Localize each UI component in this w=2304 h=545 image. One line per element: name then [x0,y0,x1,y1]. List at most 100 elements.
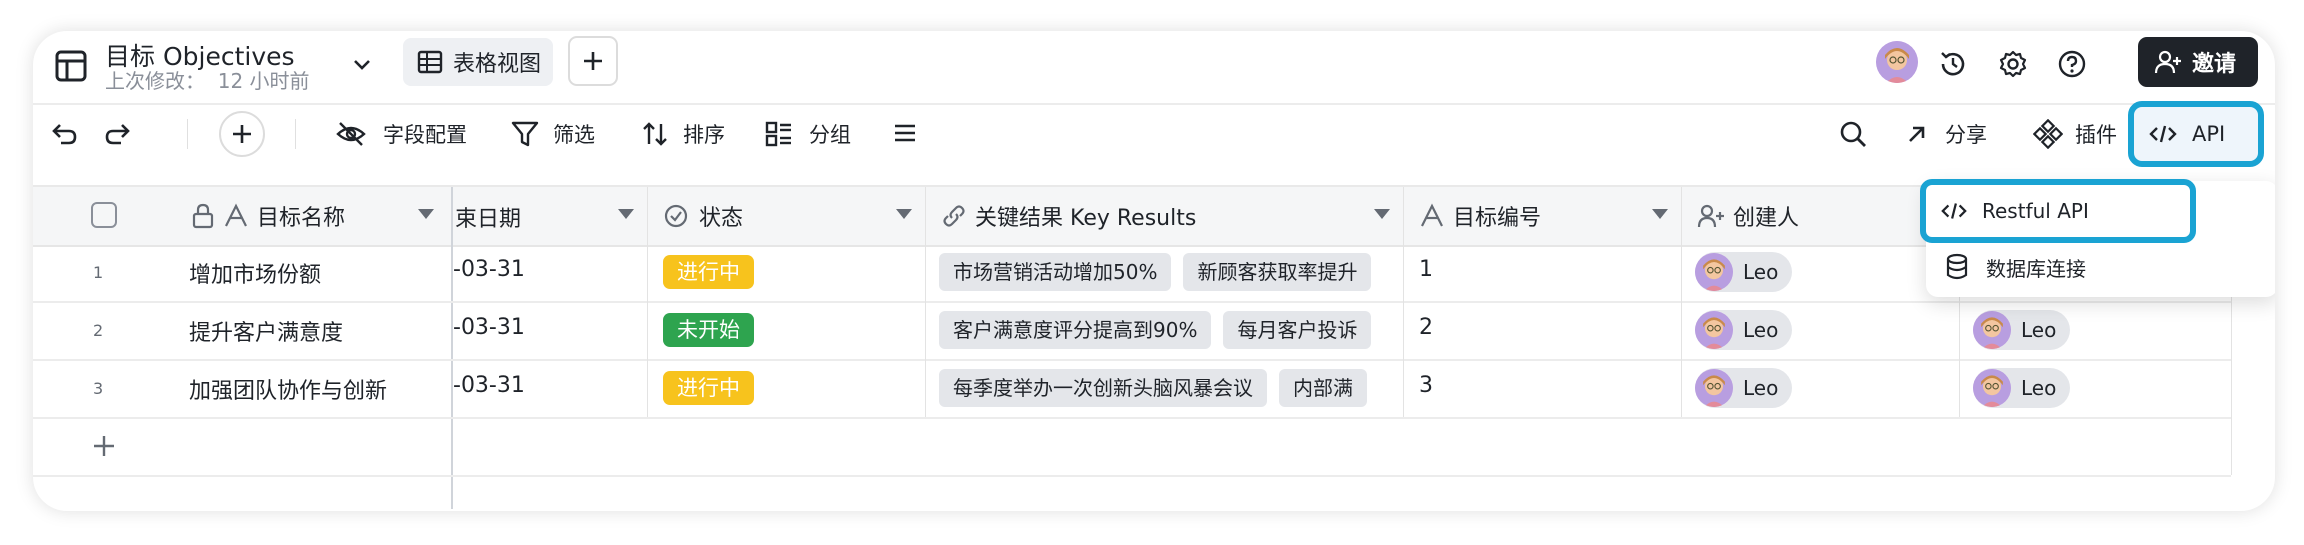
column-header-label: 关键结果 Key Results [975,206,1197,231]
status-badge[interactable]: 未开始 [663,313,754,347]
chevron-down-icon[interactable] [895,207,913,221]
linked-record-chip[interactable]: 市场营销活动增加50% [939,253,1172,291]
column-header-name[interactable]: 目标名称 [191,197,345,235]
column-divider [1681,243,1682,301]
undo-icon[interactable] [47,119,79,151]
table-icon[interactable] [55,50,87,82]
plus-icon [230,122,254,146]
view-switch-button[interactable]: 表格视图 [403,38,553,86]
column-header-status[interactable]: 状态 [663,197,743,235]
chevron-down-icon[interactable] [1373,207,1391,221]
chevron-down-icon[interactable] [417,207,435,221]
history-icon[interactable] [1938,49,1968,79]
user-name: Leo [2021,318,2057,342]
share-label: 分享 [1945,123,1987,147]
table-row[interactable]: 3 加强团队协作与创新 -03-31 进行中 每季度举办一次创新头脑风暴会议 内部… [33,359,2231,419]
field-config-label: 字段配置 [383,123,467,147]
linked-record-chip[interactable]: 客户满意度评分提高到90% [939,311,1212,349]
select-all-checkbox[interactable] [91,202,117,228]
divider [187,119,188,149]
user-chip[interactable]: Leo [1973,368,2071,408]
cell-number[interactable]: 3 [1419,373,1433,398]
row-index: 1 [93,263,104,282]
user-chip[interactable]: Leo [1695,252,1793,292]
cell-key-results[interactable]: 市场营销活动增加50% 新顾客获取率提升 [939,253,1399,291]
column-header-number[interactable]: 目标编号 [1419,197,1541,235]
invite-button[interactable]: 邀请 [2138,37,2258,87]
gear-icon[interactable] [1998,49,2028,79]
eye-off-icon [335,118,367,150]
redo-icon[interactable] [103,119,135,151]
row-index: 3 [93,379,104,398]
chevron-down-icon[interactable] [351,53,373,75]
field-config-button[interactable]: 字段配置 [335,116,467,152]
cell-end-date[interactable]: -03-31 [453,315,525,340]
api-label: API [2192,122,2226,146]
status-badge[interactable]: 进行中 [663,371,754,405]
user-name: Leo [2021,376,2057,400]
sort-icon [639,118,671,150]
user-add-icon [1697,203,1725,229]
cell-key-results[interactable]: 客户满意度评分提高到90% 每月客户投诉 [939,311,1399,349]
column-divider [1403,243,1404,301]
user-chip[interactable]: Leo [1973,310,2071,350]
cell-end-date[interactable]: -03-31 [453,257,525,282]
search-icon[interactable] [1837,118,1869,150]
column-divider [1403,187,1404,245]
column-header-key-results[interactable]: 关键结果 Key Results [941,197,1196,235]
column-divider [647,301,648,359]
share-button[interactable]: 分享 [1903,116,1987,152]
column-header-label: 束日期 [455,207,522,232]
text-field-icon [223,203,249,229]
column-divider [1959,301,1960,359]
help-icon[interactable] [2057,49,2087,79]
chevron-down-icon[interactable] [1651,207,1669,221]
column-divider [1681,359,1682,417]
filter-button[interactable]: 筛选 [509,116,595,152]
column-header-creator[interactable]: 创建人 [1697,197,1799,235]
cell-name[interactable]: 增加市场份额 [189,257,321,289]
linked-record-chip[interactable]: 每月客户投诉 [1223,311,1372,349]
user-chip[interactable]: Leo [1695,368,1793,408]
status-badge[interactable]: 进行中 [663,255,754,289]
column-divider [647,359,648,417]
chevron-down-icon[interactable] [617,207,635,221]
plugins-label: 插件 [2075,123,2117,147]
column-header-label: 目标名称 [257,206,346,231]
column-divider [1403,301,1404,359]
cell-end-date[interactable]: -03-31 [453,373,525,398]
menu-item-database-connection[interactable]: 数据库连接 [1926,245,2275,289]
sort-button[interactable]: 排序 [639,116,725,152]
linked-record-chip[interactable]: 新顾客获取率提升 [1183,253,1372,291]
cell-key-results[interactable]: 每季度举办一次创新头脑风暴会议 内部满 [939,369,1399,407]
menu-item-restful-api[interactable]: Restful API [1920,179,2196,243]
plus-icon[interactable] [91,433,117,459]
divider [295,119,296,149]
cell-name[interactable]: 加强团队协作与创新 [189,373,387,405]
add-view-button[interactable] [568,36,618,86]
plugins-button[interactable]: 插件 [2033,116,2117,152]
sort-label: 排序 [683,123,725,147]
plus-icon [581,49,605,73]
user-chip[interactable]: Leo [1695,310,1793,350]
cell-number[interactable]: 1 [1419,257,1433,282]
api-button[interactable]: API [2128,101,2264,167]
group-button[interactable]: 分组 [763,116,851,152]
add-row[interactable] [33,417,2231,477]
table-row[interactable]: 1 增加市场份额 -03-31 进行中 市场营销活动增加50% 新顾客获取率提升 … [33,243,2231,303]
invite-label: 邀请 [2192,52,2237,77]
table-row[interactable]: 2 提升客户满意度 -03-31 未开始 客户满意度评分提高到90% 每月客户投诉… [33,301,2231,361]
grid-icon [417,49,443,75]
top-bar: 目标 Objectives 上次修改： 12 小时前 表格视图 邀请 [33,31,2275,105]
cell-number[interactable]: 2 [1419,315,1433,340]
more-menu-icon[interactable] [891,119,919,147]
linked-record-chip[interactable]: 每季度举办一次创新头脑风暴会议 [939,369,1267,407]
avatar[interactable] [1876,41,1918,83]
add-record-button[interactable] [219,111,265,157]
cell-name[interactable]: 提升客户满意度 [189,315,343,347]
database-icon [1944,253,1970,281]
code-icon [2148,119,2178,149]
view-label: 表格视图 [453,52,542,77]
avatar [1695,311,1733,349]
linked-record-chip[interactable]: 内部满 [1279,369,1367,407]
